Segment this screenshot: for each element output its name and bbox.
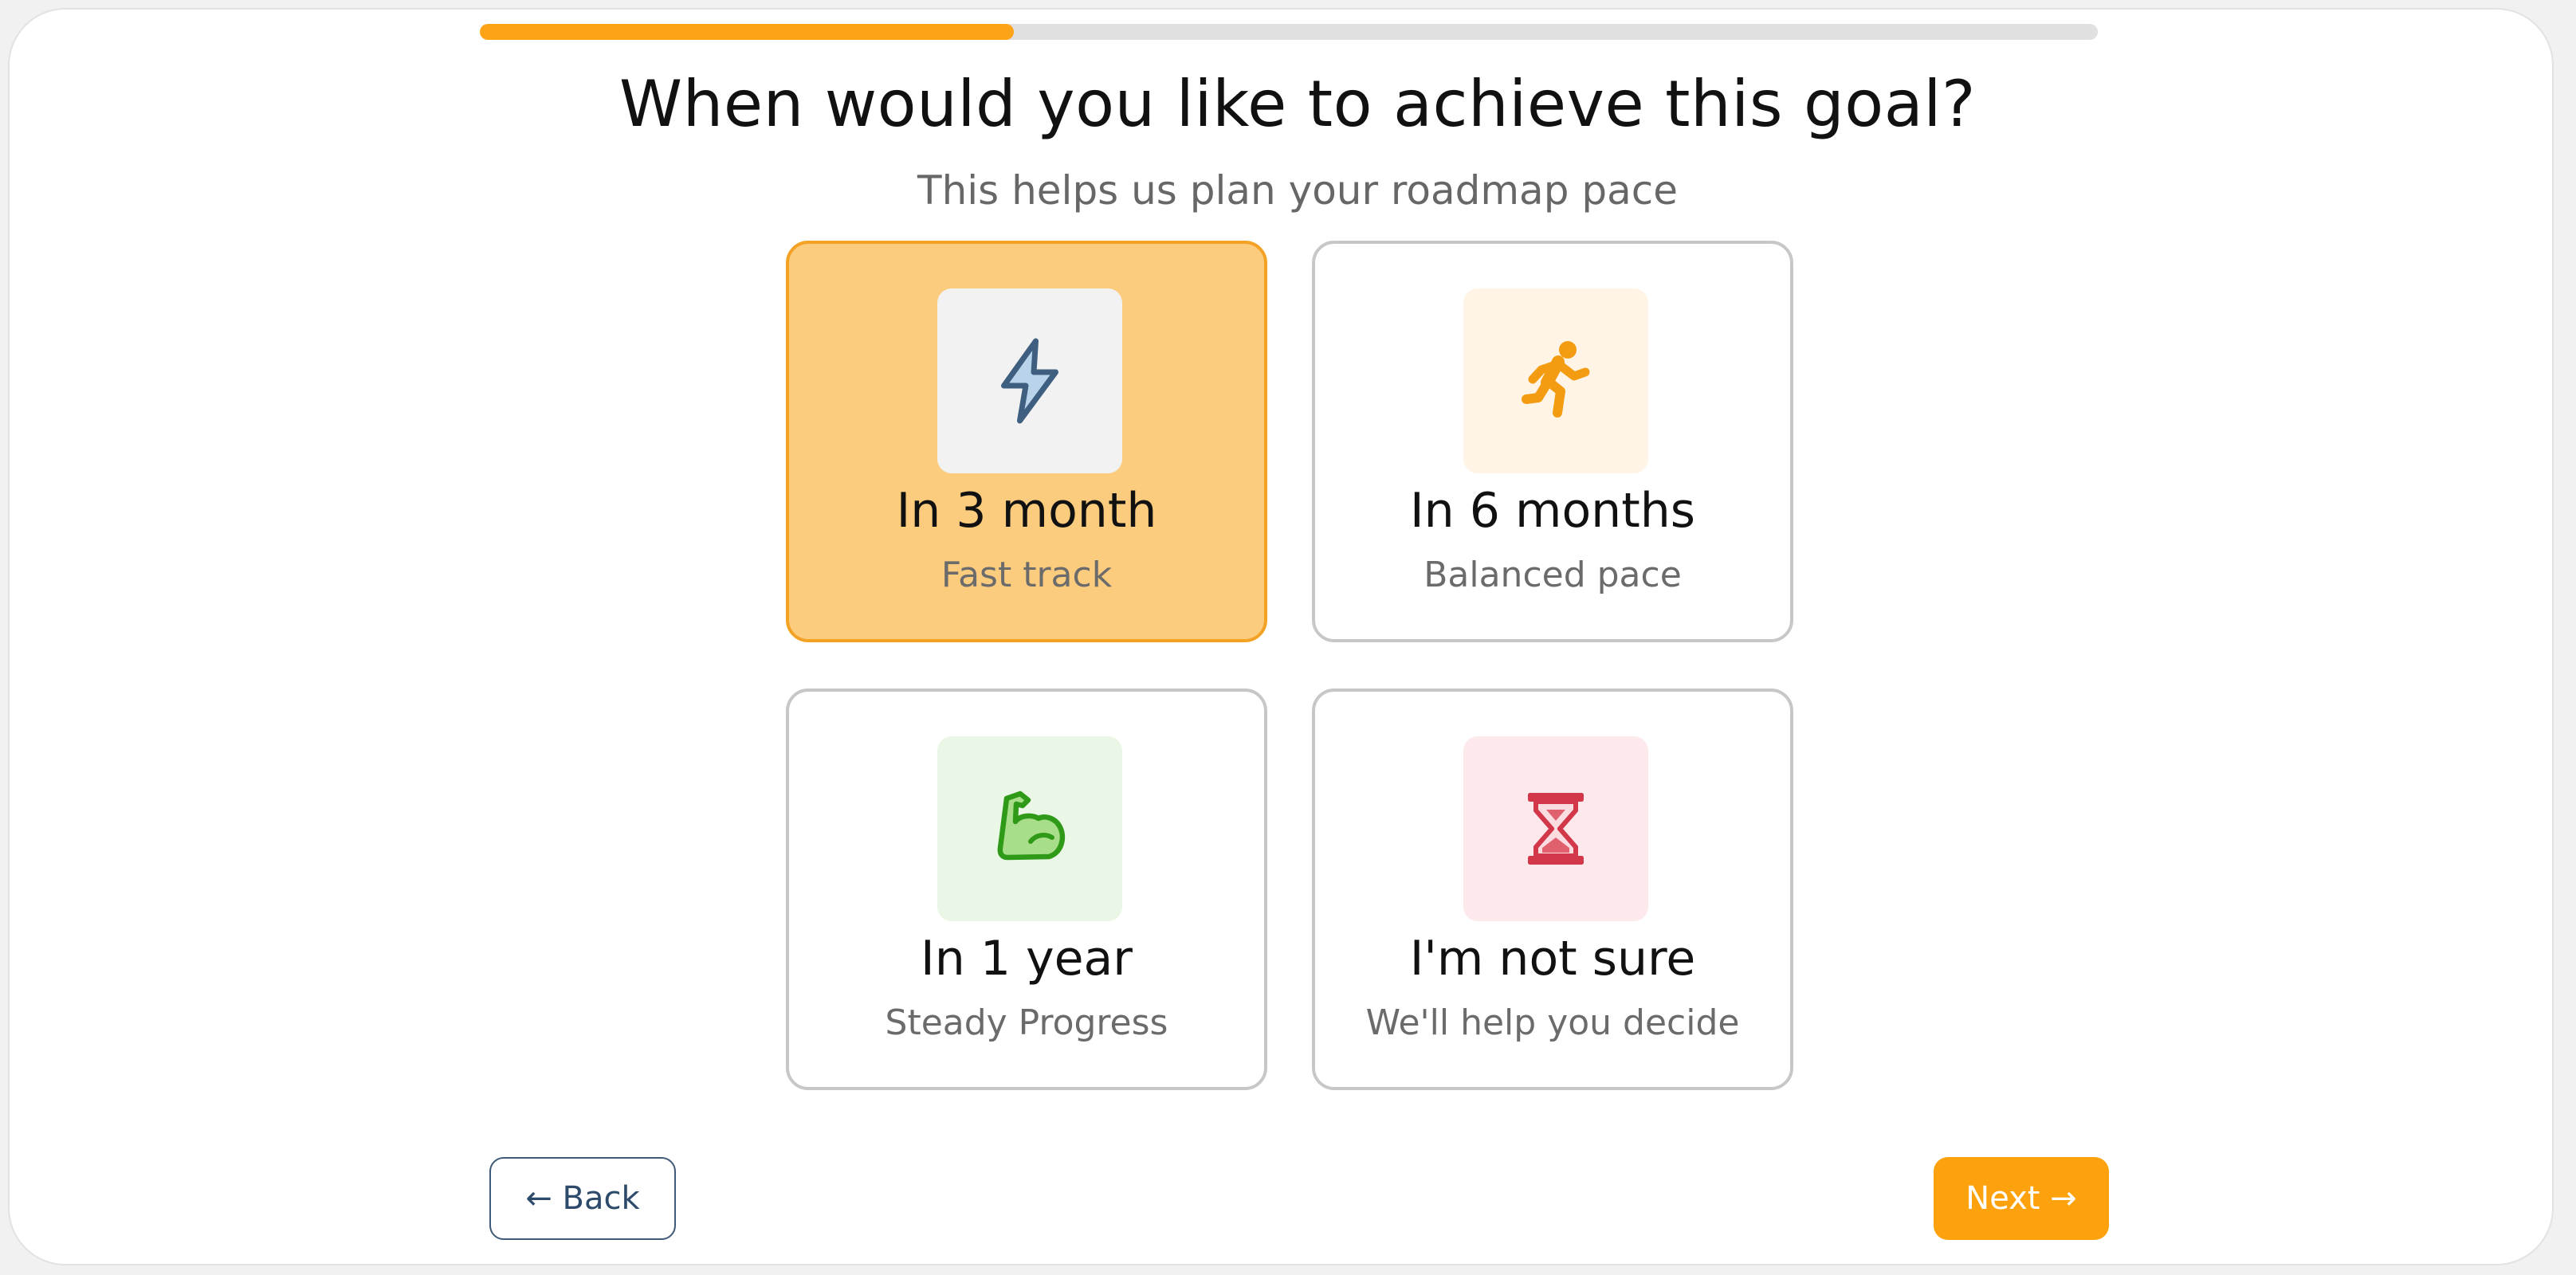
next-button[interactable]: Next → xyxy=(1934,1157,2109,1240)
running-person-icon xyxy=(1522,341,1590,418)
flexed-biceps-icon xyxy=(997,790,1066,861)
option-label: I'm not sure xyxy=(1409,931,1696,987)
option-icon-tile xyxy=(1463,736,1648,921)
option-label: In 6 months xyxy=(1409,483,1696,539)
option-sublabel: We'll help you decide xyxy=(1365,1002,1740,1043)
option-sublabel: Steady Progress xyxy=(885,1002,1168,1043)
option-sublabel: Fast track xyxy=(940,555,1113,595)
progress-bar-fill xyxy=(480,24,1014,40)
back-button[interactable]: ← Back xyxy=(489,1157,676,1240)
progress-bar xyxy=(480,24,2098,40)
option-card-1-year[interactable]: In 1 year Steady Progress xyxy=(786,688,1267,1090)
option-icon-tile xyxy=(937,288,1122,473)
question-title: When would you like to achieve this goal… xyxy=(619,67,1976,141)
hourglass-icon xyxy=(1528,793,1584,865)
option-card-6-months[interactable]: In 6 months Balanced pace xyxy=(1312,241,1793,642)
option-label: In 1 year xyxy=(921,931,1133,987)
option-card-not-sure[interactable]: I'm not sure We'll help you decide xyxy=(1312,688,1793,1090)
option-icon-tile xyxy=(937,736,1122,921)
option-sublabel: Balanced pace xyxy=(1423,555,1682,595)
app-window: When would you like to achieve this goal… xyxy=(8,8,2554,1265)
option-label: In 3 month xyxy=(896,483,1157,539)
option-icon-tile xyxy=(1463,288,1648,473)
option-card-3-months[interactable]: In 3 month Fast track xyxy=(786,241,1267,642)
question-subtitle: This helps us plan your roadmap pace xyxy=(917,167,1678,214)
lightning-icon xyxy=(1001,338,1058,424)
